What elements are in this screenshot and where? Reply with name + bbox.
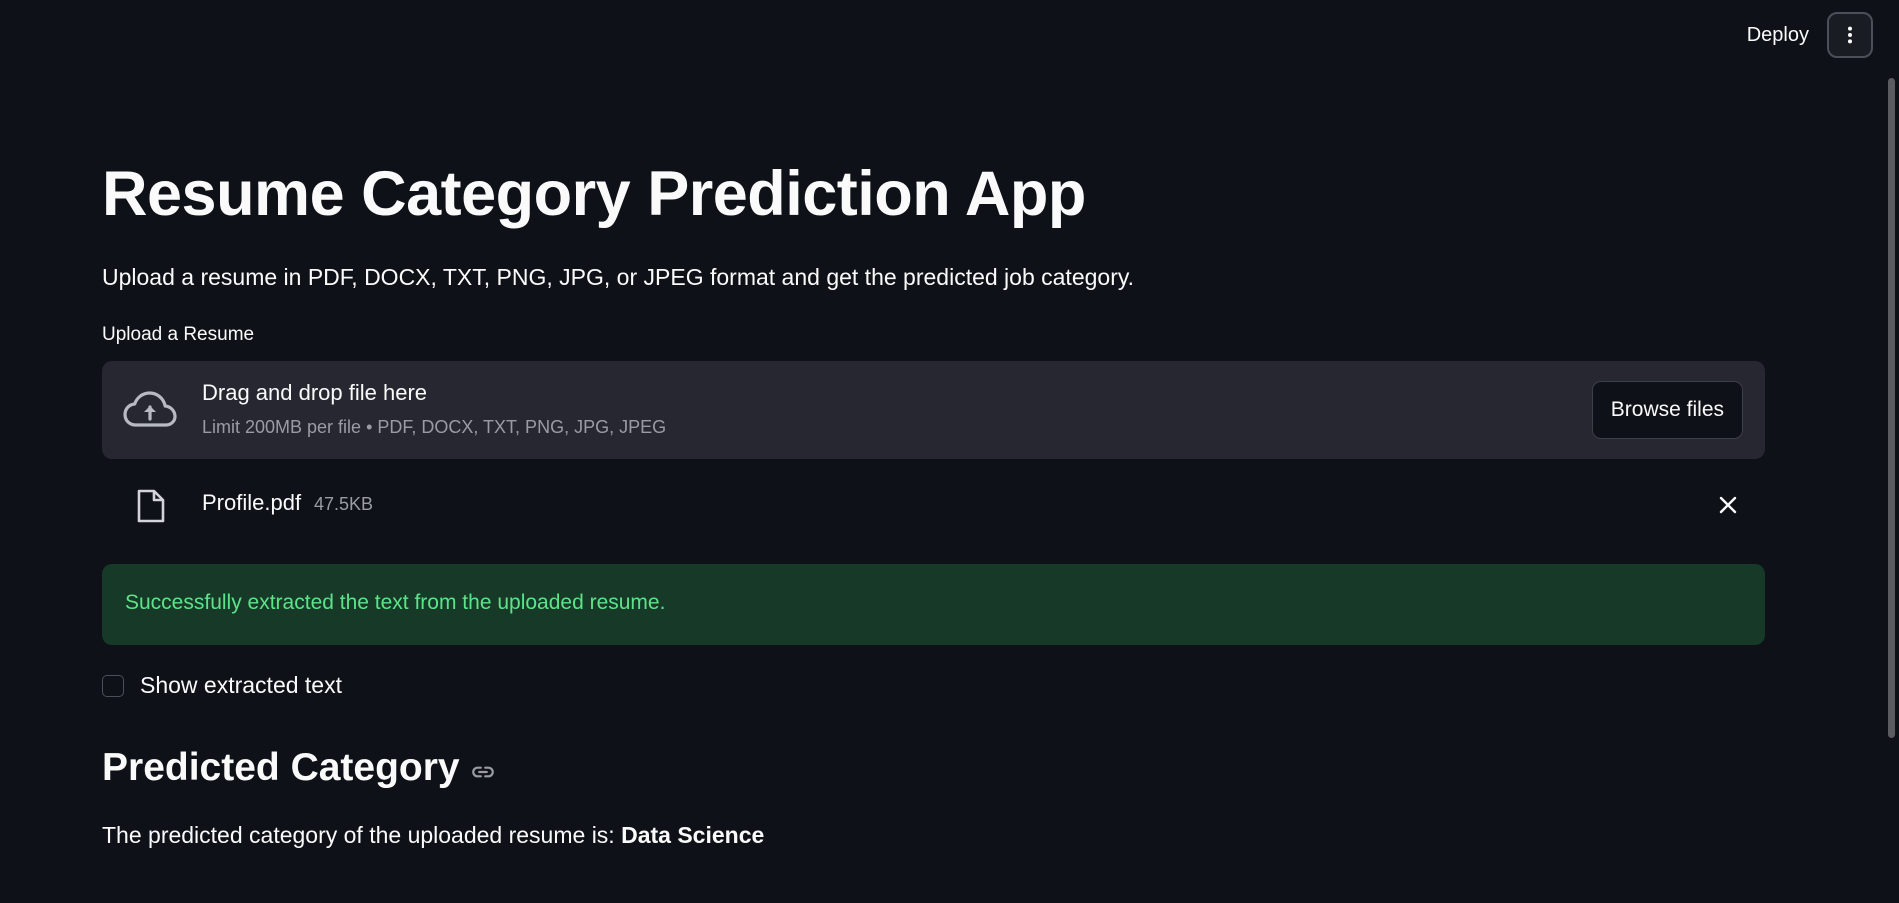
scrollbar-thumb[interactable] <box>1888 78 1895 738</box>
dropzone-limit-text: Limit 200MB per file • PDF, DOCX, TXT, P… <box>202 417 667 437</box>
prediction-result: The predicted category of the uploaded r… <box>102 822 764 849</box>
scrollbar[interactable] <box>1885 78 1899 738</box>
uploaded-file-size: 47.5KB <box>314 494 374 514</box>
deploy-button[interactable]: Deploy <box>1743 18 1813 53</box>
prediction-value: Data Science <box>621 822 765 848</box>
prediction-prefix: The predicted category of the uploaded r… <box>102 822 615 848</box>
browse-files-button[interactable]: Browse files <box>1591 381 1743 439</box>
uploaded-file-row: Profile.pdf 47.5KB <box>102 480 1765 530</box>
page-subtitle: Upload a resume in PDF, DOCX, TXT, PNG, … <box>102 264 1135 290</box>
prediction-heading: Predicted Category <box>102 746 496 790</box>
more-vertical-icon <box>1847 26 1853 44</box>
uploader-label: Upload a Resume <box>102 324 255 345</box>
main-menu-button[interactable] <box>1827 12 1873 58</box>
checkbox-label: Show extracted text <box>140 672 342 698</box>
cloud-upload-icon <box>123 391 177 427</box>
app-page: Deploy Resume Category Prediction App Up… <box>0 0 1899 903</box>
file-icon <box>137 489 165 523</box>
close-icon <box>1719 496 1737 514</box>
success-message: Successfully extracted the text from the… <box>125 591 666 614</box>
success-alert: Successfully extracted the text from the… <box>102 564 1765 645</box>
show-extracted-text-checkbox-row[interactable]: Show extracted text <box>102 672 342 699</box>
show-extracted-text-checkbox[interactable] <box>102 674 124 697</box>
prediction-heading-text: Predicted Category <box>102 746 460 789</box>
header-toolbar: Deploy <box>1743 12 1873 58</box>
dropzone-title: Drag and drop file here <box>202 380 428 405</box>
remove-file-button[interactable] <box>1713 490 1743 520</box>
page-title: Resume Category Prediction App <box>102 159 1086 229</box>
link-icon[interactable] <box>470 759 496 785</box>
file-dropzone[interactable]: Drag and drop file here Limit 200MB per … <box>102 361 1765 459</box>
uploaded-file-name: Profile.pdf <box>202 490 302 515</box>
